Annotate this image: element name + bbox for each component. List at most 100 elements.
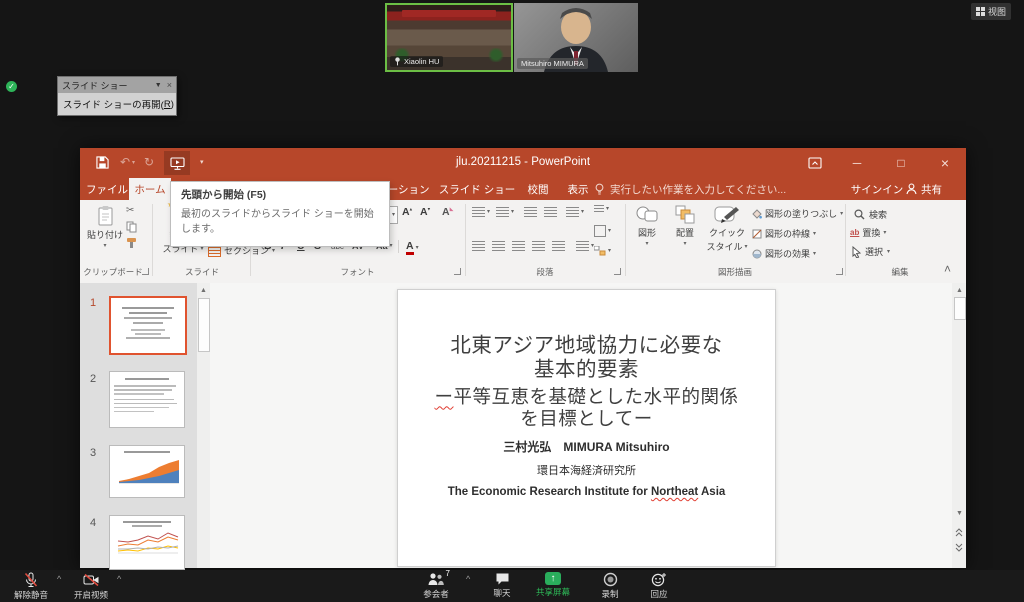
slide-subtitle-textbox[interactable]: 三村光弘 MIMURA Mitsuhiro 環日本海経済研究所 The Econ… xyxy=(398,438,775,498)
room-banner xyxy=(402,10,496,17)
share-button[interactable]: 共有 xyxy=(906,178,942,200)
video-options-caret[interactable]: ^ xyxy=(117,574,121,584)
arrange-icon xyxy=(675,205,695,224)
paste-button[interactable]: 貼り付け ▾ xyxy=(86,205,124,249)
columns-button[interactable] xyxy=(552,241,565,251)
drawing-dialog-launcher[interactable] xyxy=(836,268,843,275)
thumbnail-slide-2[interactable] xyxy=(109,371,185,428)
increase-indent-button[interactable] xyxy=(544,207,557,217)
collapse-ribbon-button[interactable]: ˄ xyxy=(944,262,951,276)
record-icon xyxy=(603,572,618,587)
select-button[interactable]: 選択▾ xyxy=(852,245,890,258)
tab-home[interactable]: ホーム xyxy=(129,178,171,200)
justify-button[interactable] xyxy=(532,241,545,251)
popup-dropdown-icon[interactable]: ▼ xyxy=(155,82,162,89)
participants-button[interactable]: 7 参会者 xyxy=(410,572,462,600)
text-direction-button[interactable]: ▾ xyxy=(594,205,609,213)
scroll-up-icon[interactable]: ▲ xyxy=(956,287,963,294)
line-spacing-button[interactable]: ▾ xyxy=(566,207,584,217)
minimize-button[interactable]: ─ xyxy=(840,148,874,178)
shapes-button[interactable]: 図形 ▾ xyxy=(629,205,665,247)
thumbnail-scrollbar[interactable]: ▲ xyxy=(197,283,210,568)
scrollbar-thumb[interactable] xyxy=(198,298,210,352)
spellcheck-mark: ー xyxy=(434,386,453,407)
slide-title-textbox[interactable]: 北東アジア地域協力に必要な 基本的要素 ー平等互恵を基礎とした水平的関係 を目標… xyxy=(398,334,775,430)
maximize-button[interactable]: □ xyxy=(884,148,918,178)
share-screen-button[interactable]: ↑ 共享屏幕 xyxy=(530,572,576,598)
video-tile-speaker[interactable]: Mitsuhiro MIMURA xyxy=(514,3,638,72)
video-name-tag: Mitsuhiro MIMURA xyxy=(517,58,588,69)
shape-effects-button[interactable]: 図形の効果▾ xyxy=(752,247,816,260)
microphone-muted-icon xyxy=(23,572,39,588)
tab-slideshow[interactable]: スライド ショー xyxy=(436,178,518,200)
bullets-button[interactable]: ▾ xyxy=(472,207,490,217)
paste-caret-icon: ▾ xyxy=(103,243,106,249)
tell-me-box[interactable]: 実行したい作業を入力してください... xyxy=(594,178,786,200)
slideshow-popup-titlebar[interactable]: スライド ショー ▼ × xyxy=(58,77,176,93)
resume-slideshow-menu-item[interactable]: スライド ショーの再開(R) xyxy=(58,93,176,115)
scroll-up-icon[interactable]: ▲ xyxy=(200,287,207,294)
slide-number: 2 xyxy=(90,373,96,385)
font-dialog-launcher[interactable] xyxy=(454,268,461,275)
thumbnail-slide-3[interactable] xyxy=(109,445,185,498)
text-align-extra-button[interactable]: ▾ xyxy=(576,241,594,251)
grow-font-button[interactable]: A▴ xyxy=(402,206,412,218)
smiley-icon xyxy=(651,572,667,587)
sign-in-button[interactable]: サインイン xyxy=(850,178,904,200)
align-center-button[interactable] xyxy=(492,241,505,251)
shape-fill-button[interactable]: 図形の塗りつぶし▾ xyxy=(752,207,843,220)
reactions-button[interactable]: 回应 xyxy=(641,572,677,600)
numbering-button[interactable]: ▾ xyxy=(496,207,514,217)
shape-outline-button[interactable]: 図形の枠線▾ xyxy=(752,227,816,240)
slide-scrollbar[interactable]: ▲ ▼ xyxy=(952,283,966,568)
thumbnail-slide-4[interactable] xyxy=(109,515,185,570)
format-painter-icon[interactable] xyxy=(126,237,138,249)
close-button[interactable]: × xyxy=(928,148,962,178)
drawing-group-label: 図形描画 xyxy=(625,266,845,278)
thumbnail-slide-1[interactable] xyxy=(109,296,187,355)
ribbon-display-options-button[interactable] xyxy=(798,148,832,178)
start-video-button[interactable]: 开启视频 xyxy=(66,572,116,601)
chat-button[interactable]: 聊天 xyxy=(484,572,520,599)
font-color-button[interactable]: A▾ xyxy=(406,240,419,255)
align-left-button[interactable] xyxy=(472,241,485,251)
cursor-icon xyxy=(852,246,861,258)
next-slide-button[interactable] xyxy=(955,543,963,552)
tab-file[interactable]: ファイル xyxy=(85,178,129,200)
cut-icon[interactable]: ✂ xyxy=(126,205,134,216)
tab-view[interactable]: 表示 xyxy=(560,178,596,200)
arrange-button[interactable]: 配置 ▾ xyxy=(667,205,703,247)
clipboard-dialog-launcher[interactable] xyxy=(142,268,149,275)
pin-icon xyxy=(394,57,401,66)
room-plant-right xyxy=(487,48,505,62)
replace-button[interactable]: ab 置換▾ xyxy=(850,226,886,239)
paragraph-dialog-launcher[interactable] xyxy=(614,268,621,275)
slide-canvas[interactable]: 北東アジア地域協力に必要な 基本的要素 ー平等互恵を基礎とした水平的関係 を目標… xyxy=(397,289,776,567)
align-text-button[interactable]: ▾ xyxy=(594,225,611,237)
clipboard-group-label: クリップボード xyxy=(82,266,144,278)
video-tile-room[interactable]: Xiaolin HU xyxy=(385,3,513,72)
slides-group-label: スライド xyxy=(156,266,248,278)
participants-options-caret[interactable]: ^ xyxy=(466,574,470,584)
shrink-font-button[interactable]: A▾ xyxy=(420,206,430,218)
scrollbar-thumb[interactable] xyxy=(954,297,966,320)
title-bar[interactable]: ↶ ▾ ↻ ▾ jlu.20211215 - PowerPoint ─ □ × xyxy=(80,148,966,178)
convert-smartart-button[interactable]: ▾ xyxy=(594,246,611,256)
decrease-indent-button[interactable] xyxy=(524,207,537,217)
unmute-button[interactable]: 解除静音 xyxy=(6,572,56,601)
shape-effects-icon xyxy=(752,249,762,259)
find-button[interactable]: 検索 xyxy=(854,208,887,221)
align-right-button[interactable] xyxy=(512,241,525,251)
popup-close-icon[interactable]: × xyxy=(167,80,172,90)
copy-icon[interactable] xyxy=(126,221,137,233)
shape-fill-icon xyxy=(752,209,762,219)
previous-slide-button[interactable] xyxy=(955,528,963,537)
tab-review[interactable]: 校閲 xyxy=(520,178,556,200)
quick-styles-button[interactable]: クイック スタイル▾ xyxy=(705,205,749,253)
audio-options-caret[interactable]: ^ xyxy=(57,574,61,584)
record-button[interactable]: 录制 xyxy=(592,572,628,600)
scroll-down-icon[interactable]: ▼ xyxy=(956,510,963,517)
view-layout-button[interactable]: 视图 xyxy=(971,3,1011,20)
clear-formatting-button[interactable]: A◣ xyxy=(442,206,453,218)
grid-layout-icon xyxy=(976,7,985,16)
